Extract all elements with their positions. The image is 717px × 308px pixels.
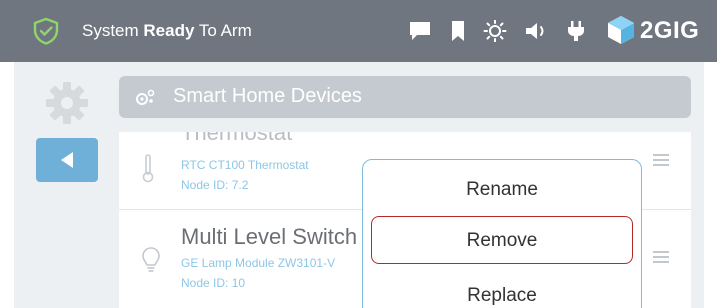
section-header: Smart Home Devices bbox=[119, 76, 691, 118]
section-title: Smart Home Devices bbox=[173, 85, 362, 107]
system-status-text: System Ready To Arm bbox=[82, 21, 252, 40]
brand-name: 2GIG bbox=[640, 17, 700, 44]
rename-menu-item[interactable]: Rename bbox=[371, 166, 633, 214]
shield-check-icon bbox=[33, 17, 59, 45]
replace-menu-item[interactable]: Replace bbox=[371, 272, 633, 308]
row-menu-icon[interactable] bbox=[653, 154, 669, 168]
device-node-id: Node ID: 10 bbox=[181, 276, 246, 290]
smart-home-icon bbox=[136, 89, 155, 105]
device-node-id: Node ID: 7.2 bbox=[181, 178, 249, 192]
status-ready-word: Ready bbox=[143, 21, 195, 40]
device-model: RTC CT100 Thermostat bbox=[181, 158, 309, 172]
lightbulb-icon bbox=[142, 247, 160, 272]
volume-icon[interactable] bbox=[524, 20, 550, 42]
back-arrow-icon bbox=[61, 152, 73, 168]
device-model: GE Lamp Module ZW3101-V bbox=[181, 256, 336, 270]
bookmark-icon[interactable] bbox=[450, 20, 466, 42]
remove-menu-item[interactable]: Remove bbox=[371, 216, 633, 264]
device-title: Thermostat bbox=[181, 132, 293, 145]
device-title: Multi Level Switch bbox=[181, 224, 358, 249]
status-bar: System Ready To Arm 2GIG bbox=[0, 0, 717, 62]
device-context-menu: Rename Remove Replace bbox=[362, 159, 642, 308]
cube-logo-icon bbox=[608, 16, 634, 44]
power-plug-icon[interactable] bbox=[566, 20, 586, 42]
brightness-icon[interactable] bbox=[483, 20, 507, 42]
thermometer-icon bbox=[142, 154, 154, 183]
message-icon[interactable] bbox=[408, 20, 432, 42]
back-button[interactable] bbox=[36, 138, 98, 182]
gear-icon[interactable] bbox=[44, 80, 90, 126]
row-menu-icon[interactable] bbox=[653, 251, 669, 265]
